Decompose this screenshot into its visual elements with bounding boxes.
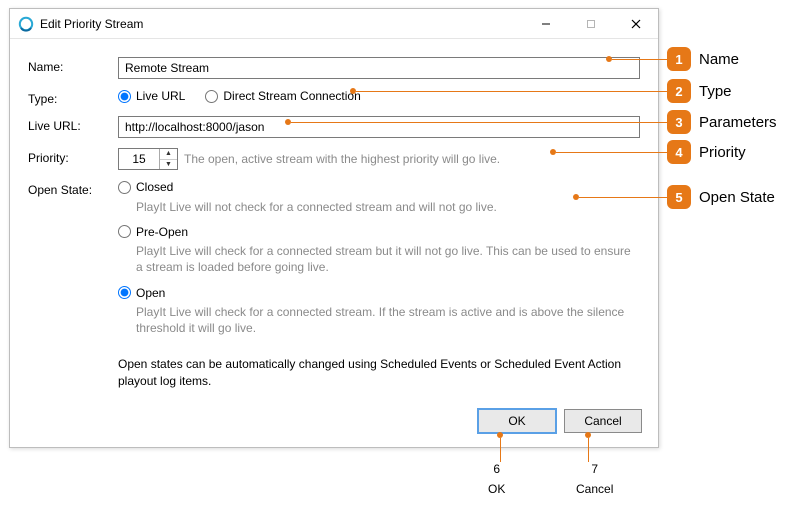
priority-input[interactable] (119, 149, 159, 169)
state-option-open: Open PlayIt Live will check for a connec… (118, 286, 640, 337)
leader-6 (500, 438, 501, 462)
close-button[interactable] (613, 9, 658, 38)
type-radio-direct[interactable]: Direct Stream Connection (205, 89, 360, 103)
window-title: Edit Priority Stream (40, 17, 523, 31)
state-desc-closed: PlayIt Live will not check for a connect… (136, 199, 640, 215)
state-radio-closed-label: Closed (136, 180, 173, 194)
callout-2: 2 Type (667, 79, 732, 103)
state-desc-open: PlayIt Live will check for a connected s… (136, 304, 640, 336)
callout-1: 1 Name (667, 47, 739, 71)
callout-text-1: Name (699, 51, 739, 68)
leader-1 (612, 59, 667, 60)
state-radio-closed[interactable]: Closed (118, 180, 173, 194)
state-radio-preopen-label: Pre-Open (136, 225, 188, 239)
callout-text-7: Cancel (576, 482, 613, 496)
row-openstate: Open State: Closed PlayIt Live will not … (28, 180, 640, 389)
priority-spin-down[interactable]: ▼ (160, 160, 177, 170)
callout-7: 7 Cancel (576, 462, 613, 496)
label-name: Name: (28, 57, 118, 74)
state-radio-open[interactable]: Open (118, 286, 165, 300)
name-input[interactable] (118, 57, 640, 79)
open-state-note: Open states can be automatically changed… (118, 356, 640, 388)
callout-num-3: 3 (667, 110, 691, 134)
callout-text-3: Parameters (699, 114, 777, 131)
callout-num-1: 1 (667, 47, 691, 71)
leader-7 (588, 438, 589, 462)
state-option-closed: Closed PlayIt Live will not check for a … (118, 180, 640, 215)
minimize-button[interactable] (523, 9, 568, 38)
ok-button[interactable]: OK (478, 409, 556, 433)
type-radio-liveurl-input[interactable] (118, 90, 131, 103)
callout-text-5: Open State (699, 189, 775, 206)
titlebar: Edit Priority Stream (10, 9, 658, 39)
state-radio-open-input[interactable] (118, 286, 131, 299)
leader-4 (556, 152, 667, 153)
callout-6: 6 OK (488, 462, 505, 496)
callout-num-5: 5 (667, 185, 691, 209)
type-radio-direct-input[interactable] (205, 90, 218, 103)
state-radio-closed-input[interactable] (118, 181, 131, 194)
callout-num-6: 6 (493, 462, 500, 476)
callout-text-4: Priority (699, 144, 746, 161)
dialog-window: Edit Priority Stream Name: Type: (9, 8, 659, 448)
state-radio-open-label: Open (136, 286, 165, 300)
callout-num-4: 4 (667, 140, 691, 164)
row-priority: Priority: ▲ ▼ The open, active stream wi… (28, 148, 640, 170)
type-radio-direct-label: Direct Stream Connection (223, 89, 360, 103)
label-liveurl: Live URL: (28, 116, 118, 133)
label-type: Type: (28, 89, 118, 106)
state-option-preopen: Pre-Open PlayIt Live will check for a co… (118, 225, 640, 276)
callout-text-2: Type (699, 83, 732, 100)
leader-2 (356, 91, 667, 92)
callout-text-6: OK (488, 482, 505, 496)
callout-num-2: 2 (667, 79, 691, 103)
priority-hint: The open, active stream with the highest… (184, 152, 500, 166)
callout-3: 3 Parameters (667, 110, 777, 134)
leader-5 (579, 197, 667, 198)
dialog-buttons: OK Cancel (478, 409, 642, 433)
label-priority: Priority: (28, 148, 118, 165)
state-radio-preopen[interactable]: Pre-Open (118, 225, 188, 239)
priority-spin-up[interactable]: ▲ (160, 149, 177, 160)
dialog-content: Name: Type: Live URL Direct Stream Conne… (10, 39, 658, 409)
state-radio-preopen-input[interactable] (118, 225, 131, 238)
callout-5: 5 Open State (667, 185, 775, 209)
priority-spin-buttons: ▲ ▼ (159, 149, 177, 169)
row-name: Name: (28, 57, 640, 79)
row-liveurl: Live URL: (28, 116, 640, 138)
open-state-group: Closed PlayIt Live will not check for a … (118, 180, 640, 389)
callout-4: 4 Priority (667, 140, 746, 164)
window-controls (523, 9, 658, 38)
leader-3 (291, 122, 667, 123)
maximize-button[interactable] (568, 9, 613, 38)
cancel-button[interactable]: Cancel (564, 409, 642, 433)
type-radio-liveurl[interactable]: Live URL (118, 89, 185, 103)
callout-num-7: 7 (591, 462, 598, 476)
label-openstate: Open State: (28, 180, 118, 197)
liveurl-input[interactable] (118, 116, 640, 138)
state-desc-preopen: PlayIt Live will check for a connected s… (136, 243, 640, 275)
app-icon (18, 16, 34, 32)
priority-spinner[interactable]: ▲ ▼ (118, 148, 178, 170)
type-radio-liveurl-label: Live URL (136, 89, 185, 103)
